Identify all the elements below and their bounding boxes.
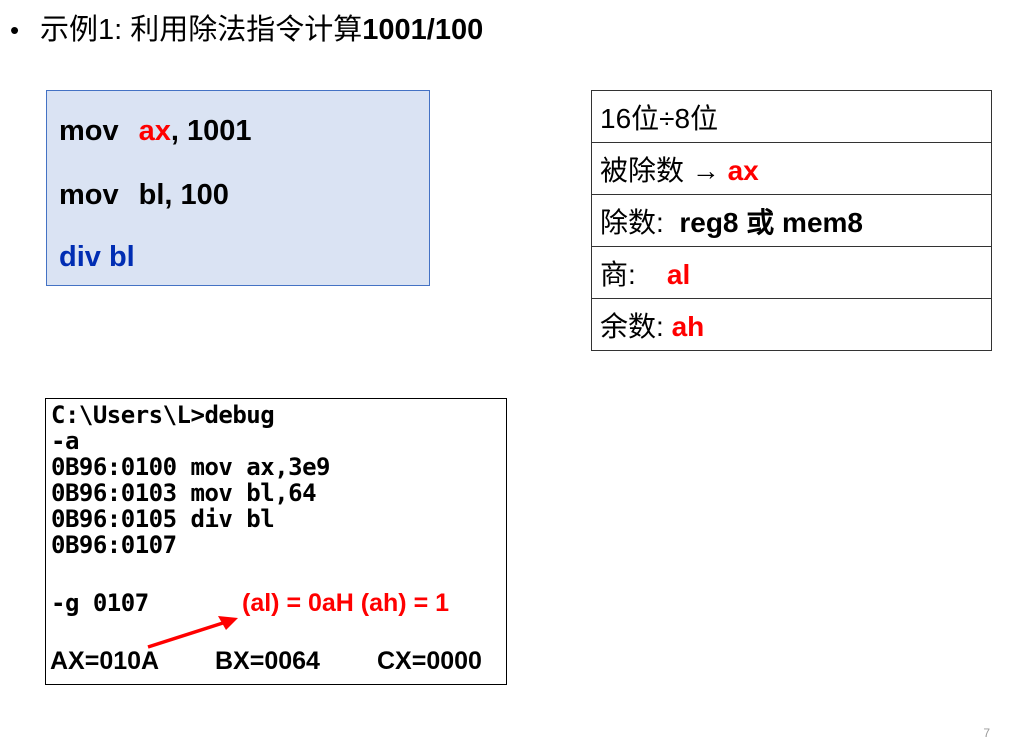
- console-line: 0B96:0100 mov ax,3e9: [51, 453, 330, 481]
- row-label: 商:: [600, 258, 644, 290]
- row-label: 被除数 →: [600, 154, 728, 186]
- code-box: mov ax, 1001 mov bl, 100 div bl: [46, 90, 430, 286]
- code-op: mov: [59, 179, 119, 211]
- page-number: 7: [983, 726, 990, 740]
- bullet-icon: •: [10, 15, 20, 45]
- table-row: 余数: ah: [591, 298, 992, 351]
- table-row: 被除数 → ax: [591, 142, 992, 195]
- register-line: AX=010A BX=0064 CX=0000: [50, 647, 482, 676]
- console-line: 0B96:0105 div bl: [51, 505, 275, 533]
- code-line-1: mov ax, 1001: [59, 115, 252, 148]
- console-line: C:\Users\L>debug: [51, 401, 275, 429]
- table-row: 除数: reg8 或 mem8: [591, 194, 992, 247]
- row-label: 余数:: [600, 310, 672, 342]
- red-arrow-icon: [147, 616, 238, 649]
- code-operand: , 1001: [170, 115, 252, 147]
- code-line-3: div bl: [59, 241, 135, 273]
- console-line: 0B96:0107: [51, 531, 177, 559]
- title-expression: 1001/100: [362, 14, 484, 46]
- row-label: 除数:: [600, 206, 672, 238]
- row-value: reg8 或 mem8: [679, 206, 863, 238]
- row-value: ax: [727, 154, 759, 186]
- table-row: 商: al: [591, 246, 992, 299]
- row-value: ah: [671, 310, 705, 342]
- code-register-ax: ax: [138, 115, 171, 147]
- code-op: mov: [59, 115, 119, 147]
- console-line: 0B96:0103 mov bl,64: [51, 479, 317, 507]
- result-annotation: (al) = 0aH (ah) = 1: [242, 589, 450, 617]
- row-value: al: [666, 258, 691, 290]
- table-row: 16位÷8位: [591, 90, 992, 143]
- division-info-table: 16位÷8位 被除数 → ax 除数: reg8 或 mem8 商: al 余数…: [591, 90, 992, 351]
- slide-title: • 示例1: 利用除法指令计算1001/100: [10, 6, 483, 48]
- register-bx: BX=0064: [215, 647, 320, 675]
- console-line: -g 0107: [51, 589, 149, 617]
- console-line: -a: [51, 427, 79, 455]
- register-cx: CX=0000: [377, 647, 482, 675]
- code-line-2: mov bl, 100: [59, 179, 229, 212]
- register-ax: AX=010A: [50, 647, 160, 675]
- debug-console: C:\Users\L>debug -a 0B96:0100 mov ax,3e9…: [45, 398, 507, 685]
- row-text: 16位÷8位: [600, 102, 719, 134]
- title-prefix: 示例1: 利用除法指令计算: [40, 14, 363, 46]
- code-operand: bl, 100: [138, 179, 229, 211]
